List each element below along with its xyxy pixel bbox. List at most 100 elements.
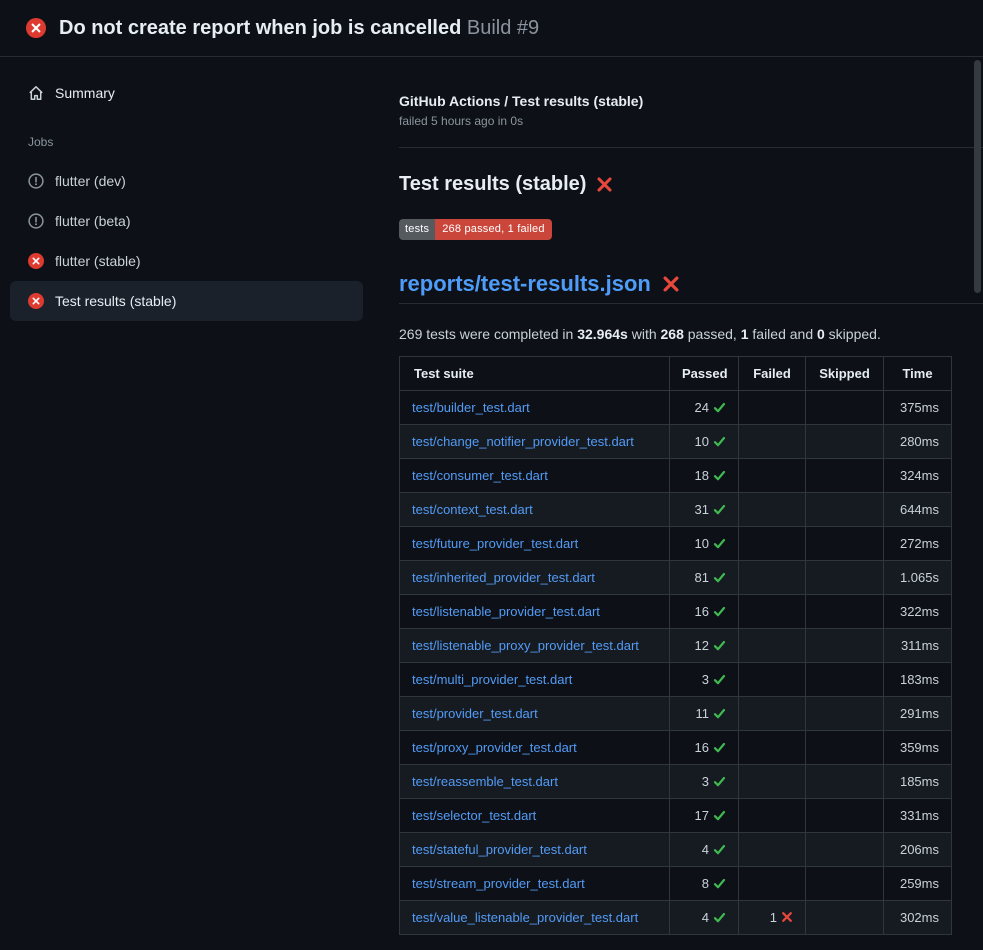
sidebar-item-test-results-stable[interactable]: Test results (stable) bbox=[10, 281, 363, 321]
passed-cell: 11 bbox=[670, 697, 739, 731]
passed-cell: 3 bbox=[670, 765, 739, 799]
suite-cell: test/listenable_proxy_provider_test.dart bbox=[400, 629, 670, 663]
suite-link[interactable]: test/stateful_provider_test.dart bbox=[412, 842, 587, 857]
suite-cell: test/consumer_test.dart bbox=[400, 459, 670, 493]
suite-link[interactable]: test/inherited_provider_test.dart bbox=[412, 570, 595, 585]
passed-cell: 3 bbox=[670, 663, 739, 697]
skipped-cell bbox=[806, 765, 884, 799]
section-title: Test results (stable) bbox=[399, 173, 983, 196]
suite-cell: test/multi_provider_test.dart bbox=[400, 663, 670, 697]
passed-cell: 10 bbox=[670, 527, 739, 561]
results-table-head: Test suite Passed Failed Skipped Time bbox=[400, 357, 952, 391]
table-row: test/consumer_test.dart 18 324ms bbox=[400, 459, 952, 493]
table-row: test/builder_test.dart 24 375ms bbox=[400, 391, 952, 425]
table-row: test/future_provider_test.dart 10 272ms bbox=[400, 527, 952, 561]
skipped-cell bbox=[806, 595, 884, 629]
suite-link[interactable]: test/listenable_proxy_provider_test.dart bbox=[412, 638, 639, 653]
check-icon bbox=[713, 435, 726, 448]
section-title-text: Test results (stable) bbox=[399, 173, 586, 196]
badge-value: 268 passed, 1 failed bbox=[435, 219, 551, 240]
report-heading: reports/test-results.json bbox=[399, 271, 983, 304]
table-header-row: Test suite Passed Failed Skipped Time bbox=[400, 357, 952, 391]
suite-link[interactable]: test/listenable_provider_test.dart bbox=[412, 604, 600, 619]
summary-segment: passed, bbox=[684, 326, 741, 342]
suite-link[interactable]: test/consumer_test.dart bbox=[412, 468, 548, 483]
failed-cell bbox=[739, 663, 806, 697]
suite-link[interactable]: test/change_notifier_provider_test.dart bbox=[412, 434, 634, 449]
suite-link[interactable]: test/proxy_provider_test.dart bbox=[412, 740, 577, 755]
column-header-passed: Passed bbox=[670, 357, 739, 391]
passed-cell: 81 bbox=[670, 561, 739, 595]
suite-cell: test/builder_test.dart bbox=[400, 391, 670, 425]
skipped-cell bbox=[806, 391, 884, 425]
sidebar-item-flutter-dev[interactable]: flutter (dev) bbox=[10, 161, 363, 201]
passed-cell: 8 bbox=[670, 867, 739, 901]
check-icon bbox=[713, 877, 726, 890]
suite-link[interactable]: test/provider_test.dart bbox=[412, 706, 538, 721]
check-icon bbox=[713, 571, 726, 584]
sidebar-item-flutter-beta[interactable]: flutter (beta) bbox=[10, 201, 363, 241]
table-row: test/proxy_provider_test.dart 16 359ms bbox=[400, 731, 952, 765]
suite-cell: test/future_provider_test.dart bbox=[400, 527, 670, 561]
check-icon bbox=[713, 911, 726, 924]
time-cell: 259ms bbox=[884, 867, 952, 901]
report-link[interactable]: reports/test-results.json bbox=[399, 271, 651, 297]
suite-link[interactable]: test/value_listenable_provider_test.dart bbox=[412, 910, 638, 925]
time-cell: 302ms bbox=[884, 901, 952, 935]
suite-link[interactable]: test/reassemble_test.dart bbox=[412, 774, 558, 789]
check-icon bbox=[713, 843, 726, 856]
skipped-cell bbox=[806, 425, 884, 459]
main-content: GitHub Actions / Test results (stable) f… bbox=[375, 57, 983, 950]
breadcrumb: GitHub Actions / Test results (stable) bbox=[399, 93, 983, 109]
cross-icon bbox=[781, 911, 793, 923]
skipped-cell bbox=[806, 901, 884, 935]
table-row: test/reassemble_test.dart 3 185ms bbox=[400, 765, 952, 799]
suite-cell: test/inherited_provider_test.dart bbox=[400, 561, 670, 595]
time-cell: 185ms bbox=[884, 765, 952, 799]
suite-link[interactable]: test/selector_test.dart bbox=[412, 808, 536, 823]
sidebar-item-flutter-stable[interactable]: flutter (stable) bbox=[10, 241, 363, 281]
suite-link[interactable]: test/context_test.dart bbox=[412, 502, 533, 517]
check-icon bbox=[713, 809, 726, 822]
tests-badge: tests268 passed, 1 failed bbox=[399, 219, 552, 240]
summary-text: 269 tests were completed in 32.964s with… bbox=[399, 326, 983, 342]
failed-cell bbox=[739, 765, 806, 799]
check-icon bbox=[713, 707, 726, 720]
table-row: test/context_test.dart 31 644ms bbox=[400, 493, 952, 527]
time-cell: 359ms bbox=[884, 731, 952, 765]
skipped-cell bbox=[806, 459, 884, 493]
suite-link[interactable]: test/stream_provider_test.dart bbox=[412, 876, 585, 891]
skipped-cell bbox=[806, 629, 884, 663]
failed-cell bbox=[739, 527, 806, 561]
skipped-cell bbox=[806, 527, 884, 561]
check-icon bbox=[713, 605, 726, 618]
suite-link[interactable]: test/multi_provider_test.dart bbox=[412, 672, 572, 687]
passed-cell: 18 bbox=[670, 459, 739, 493]
layout: Summary Jobs flutter (dev) flutter (beta… bbox=[0, 57, 983, 950]
suite-cell: test/context_test.dart bbox=[400, 493, 670, 527]
time-cell: 1.065s bbox=[884, 561, 952, 595]
alert-circle-icon bbox=[28, 173, 44, 189]
table-row: test/selector_test.dart 17 331ms bbox=[400, 799, 952, 833]
suite-cell: test/proxy_provider_test.dart bbox=[400, 731, 670, 765]
sidebar-item-summary[interactable]: Summary bbox=[10, 75, 363, 111]
passed-cell: 17 bbox=[670, 799, 739, 833]
page-title: Do not create report when job is cancell… bbox=[59, 17, 539, 40]
results-table-body: test/builder_test.dart 24 375ms test/cha… bbox=[400, 391, 952, 935]
suite-link[interactable]: test/future_provider_test.dart bbox=[412, 536, 578, 551]
sidebar-item-label: Test results (stable) bbox=[55, 293, 176, 309]
column-header-skipped: Skipped bbox=[806, 357, 884, 391]
sidebar-item-label: flutter (dev) bbox=[55, 173, 126, 189]
failed-cell bbox=[739, 629, 806, 663]
passed-cell: 4 bbox=[670, 833, 739, 867]
table-row: test/multi_provider_test.dart 3 183ms bbox=[400, 663, 952, 697]
alert-circle-icon bbox=[28, 213, 44, 229]
scrollbar-thumb[interactable] bbox=[974, 60, 981, 293]
failed-cell bbox=[739, 731, 806, 765]
suite-cell: test/stateful_provider_test.dart bbox=[400, 833, 670, 867]
passed-cell: 31 bbox=[670, 493, 739, 527]
skipped-cell bbox=[806, 493, 884, 527]
x-circle-icon bbox=[28, 253, 44, 269]
suite-link[interactable]: test/builder_test.dart bbox=[412, 400, 530, 415]
suite-cell: test/provider_test.dart bbox=[400, 697, 670, 731]
